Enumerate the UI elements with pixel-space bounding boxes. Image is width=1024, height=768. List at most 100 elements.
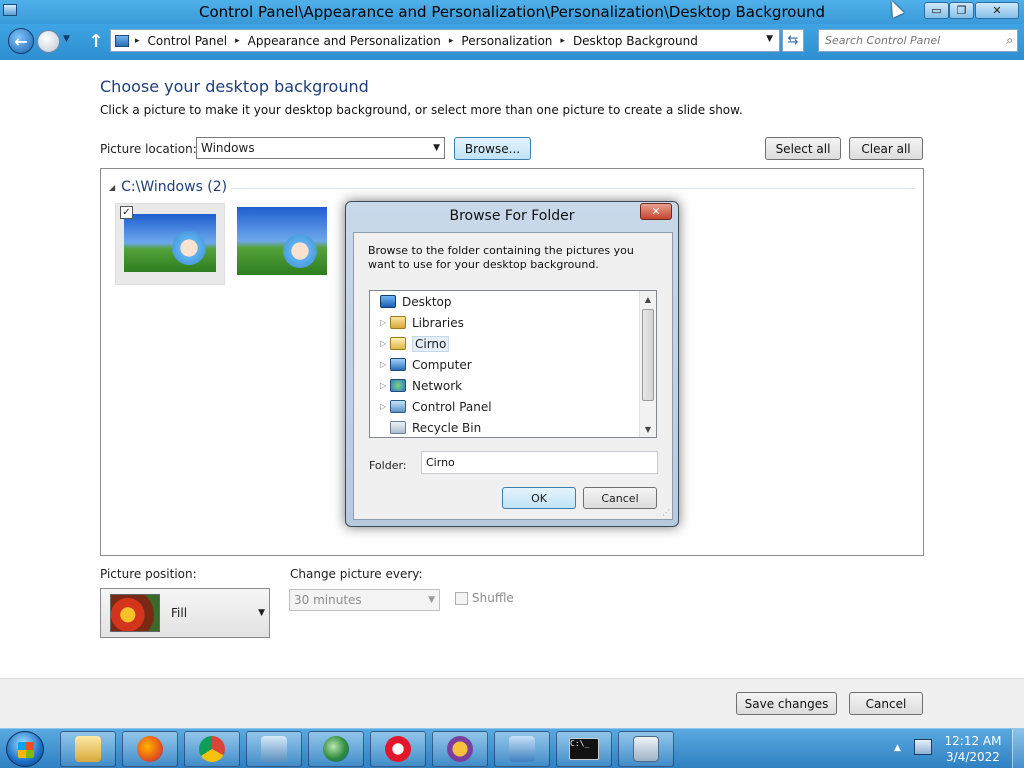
breadcrumb-separator[interactable]: ▸	[235, 36, 240, 46]
wallpaper-checkbox[interactable]: ✓	[120, 206, 133, 219]
picture-position-value: Fill	[171, 606, 188, 620]
system-clock[interactable]: 12:12 AM 3/4/2022	[940, 733, 1006, 765]
select-all-button[interactable]: Select all	[765, 137, 841, 160]
expand-arrow-icon[interactable]: ▷	[380, 381, 390, 390]
up-button[interactable]: ↑	[86, 30, 106, 52]
resize-grip-icon[interactable]: ⋰	[662, 508, 670, 517]
minimize-icon: ▭	[931, 4, 942, 17]
breadcrumb-appearance[interactable]: Appearance and Personalization	[248, 34, 441, 48]
taskbar-remote-desktop[interactable]	[246, 731, 302, 767]
save-changes-button[interactable]: Save changes	[736, 692, 837, 715]
shuffle-checkbox[interactable]: Shuffle	[455, 591, 514, 605]
show-hidden-icons-button[interactable]: ▲	[894, 743, 901, 753]
picture-position-label: Picture position:	[100, 567, 197, 581]
taskbar-command-prompt[interactable]: C:\_	[556, 731, 612, 767]
breadcrumb-control-panel[interactable]: Control Panel	[148, 34, 228, 48]
start-button[interactable]	[6, 731, 44, 767]
forward-button[interactable]	[37, 30, 60, 53]
chevron-down-icon: ▼	[258, 608, 265, 618]
cirno-wallpaper-image	[237, 207, 327, 275]
tree-item-recycle-bin[interactable]: Recycle Bin	[370, 417, 640, 438]
refresh-button[interactable]: ⇆	[782, 29, 804, 52]
chevron-down-icon: ▼	[433, 143, 440, 153]
picture-location-label: Picture location:	[100, 142, 197, 156]
shield-icon	[447, 736, 473, 762]
tree-item-network[interactable]: ▷ Network	[370, 375, 640, 396]
libraries-icon	[390, 316, 406, 329]
recent-pages-dropdown[interactable]: ▼	[63, 34, 70, 44]
tree-item-cirno[interactable]: ▷ Cirno	[370, 333, 640, 354]
network-tray-icon[interactable]	[914, 739, 932, 755]
tree-item-label: Cirno	[412, 335, 450, 352]
title-bar: Control Panel\Appearance and Personaliza…	[0, 0, 1024, 24]
expand-arrow-icon[interactable]: ▷	[380, 339, 390, 348]
taskbar-explorer[interactable]	[60, 731, 116, 767]
breadcrumb-desktop-background[interactable]: Desktop Background	[573, 34, 698, 48]
cirno-character	[283, 233, 317, 273]
breadcrumb-separator[interactable]: ▸	[560, 36, 565, 46]
address-dropdown-icon[interactable]: ▼	[766, 34, 773, 44]
clear-all-button[interactable]: Clear all	[849, 137, 923, 160]
chrome-icon	[199, 736, 225, 762]
search-box[interactable]: ⌕	[818, 29, 1018, 52]
taskbar-control-panel[interactable]	[494, 731, 550, 767]
taskbar-calculator[interactable]	[618, 731, 674, 767]
page-title: Choose your desktop background	[100, 77, 369, 96]
wallpaper-thumbnail[interactable]	[235, 203, 345, 285]
taskbar: C:\_ ▲ 12:12 AM 3/4/2022	[0, 728, 1024, 768]
ok-button[interactable]: OK	[502, 487, 576, 509]
show-desktop-button[interactable]	[1012, 729, 1024, 768]
browse-button[interactable]: Browse...	[454, 137, 531, 160]
tree-item-libraries[interactable]: ▷ Libraries	[370, 312, 640, 333]
tree-scrollbar[interactable]: ▲ ▼	[639, 291, 656, 437]
tree-item-control-panel[interactable]: ▷ Control Panel	[370, 396, 640, 417]
cancel-button[interactable]: Cancel	[849, 692, 923, 715]
minimize-button[interactable]: ▭	[924, 2, 949, 19]
cirno-character	[172, 230, 206, 270]
expand-arrow-icon[interactable]: ▷	[380, 402, 390, 411]
dialog-close-button[interactable]: ✕	[640, 203, 672, 220]
folder-field[interactable]	[421, 451, 658, 474]
user-folder-icon	[390, 337, 406, 350]
picture-position-select[interactable]: Fill ▼	[100, 588, 270, 638]
close-button[interactable]: ✕	[975, 2, 1019, 19]
search-icon[interactable]: ⌕	[1006, 33, 1013, 48]
expand-arrow-icon[interactable]: ▷	[380, 318, 390, 327]
tree-item-label: Recycle Bin	[412, 420, 482, 435]
taskbar-shield-app[interactable]	[432, 731, 488, 767]
remote-desktop-icon	[261, 736, 287, 762]
taskbar-globe[interactable]	[308, 731, 364, 767]
close-icon: ✕	[651, 205, 661, 218]
restore-button[interactable]: ❐	[949, 2, 974, 19]
taskbar-firefox[interactable]	[122, 731, 178, 767]
change-interval-select[interactable]: 30 minutes ▼	[289, 589, 440, 611]
command-prompt-icon: C:\_	[569, 738, 599, 760]
folder-tree[interactable]: Desktop ▷ Libraries ▷ Cirno ▷ Computer ▷…	[369, 290, 657, 438]
taskbar-chrome[interactable]	[184, 731, 240, 767]
wallpaper-thumbnail[interactable]: ✓	[115, 203, 225, 285]
tree-item-label: Control Panel	[412, 399, 492, 414]
tree-item-label: Libraries	[412, 315, 464, 330]
group-header[interactable]: ◢ C:\Windows (2)	[109, 179, 227, 195]
tree-item-computer[interactable]: ▷ Computer	[370, 354, 640, 375]
taskbar-opera[interactable]	[370, 731, 426, 767]
collapse-triangle-icon[interactable]: ◢	[109, 183, 115, 192]
checkbox-box[interactable]	[455, 591, 468, 605]
dialog-description: Browse to the folder containing the pict…	[368, 244, 634, 271]
breadcrumb-personalization[interactable]: Personalization	[461, 34, 552, 48]
chevron-down-icon: ▼	[428, 595, 435, 605]
dialog-cancel-button[interactable]: Cancel	[583, 487, 657, 509]
back-button[interactable]: ←	[8, 28, 34, 54]
scrollbar-thumb[interactable]	[642, 309, 654, 401]
expand-arrow-icon[interactable]: ▷	[380, 360, 390, 369]
picture-location-select[interactable]: Windows ▼	[196, 137, 445, 159]
windows-logo-icon	[18, 742, 34, 758]
scroll-down-icon[interactable]: ▼	[640, 421, 656, 437]
scroll-up-icon[interactable]: ▲	[640, 291, 656, 307]
search-input[interactable]	[819, 30, 989, 51]
breadcrumb-separator[interactable]: ▸	[135, 36, 140, 46]
folder-icon	[75, 736, 101, 762]
address-bar[interactable]: ▸ Control Panel ▸ Appearance and Persona…	[110, 29, 780, 52]
tree-item-desktop[interactable]: Desktop	[370, 291, 640, 312]
breadcrumb-separator[interactable]: ▸	[449, 36, 454, 46]
